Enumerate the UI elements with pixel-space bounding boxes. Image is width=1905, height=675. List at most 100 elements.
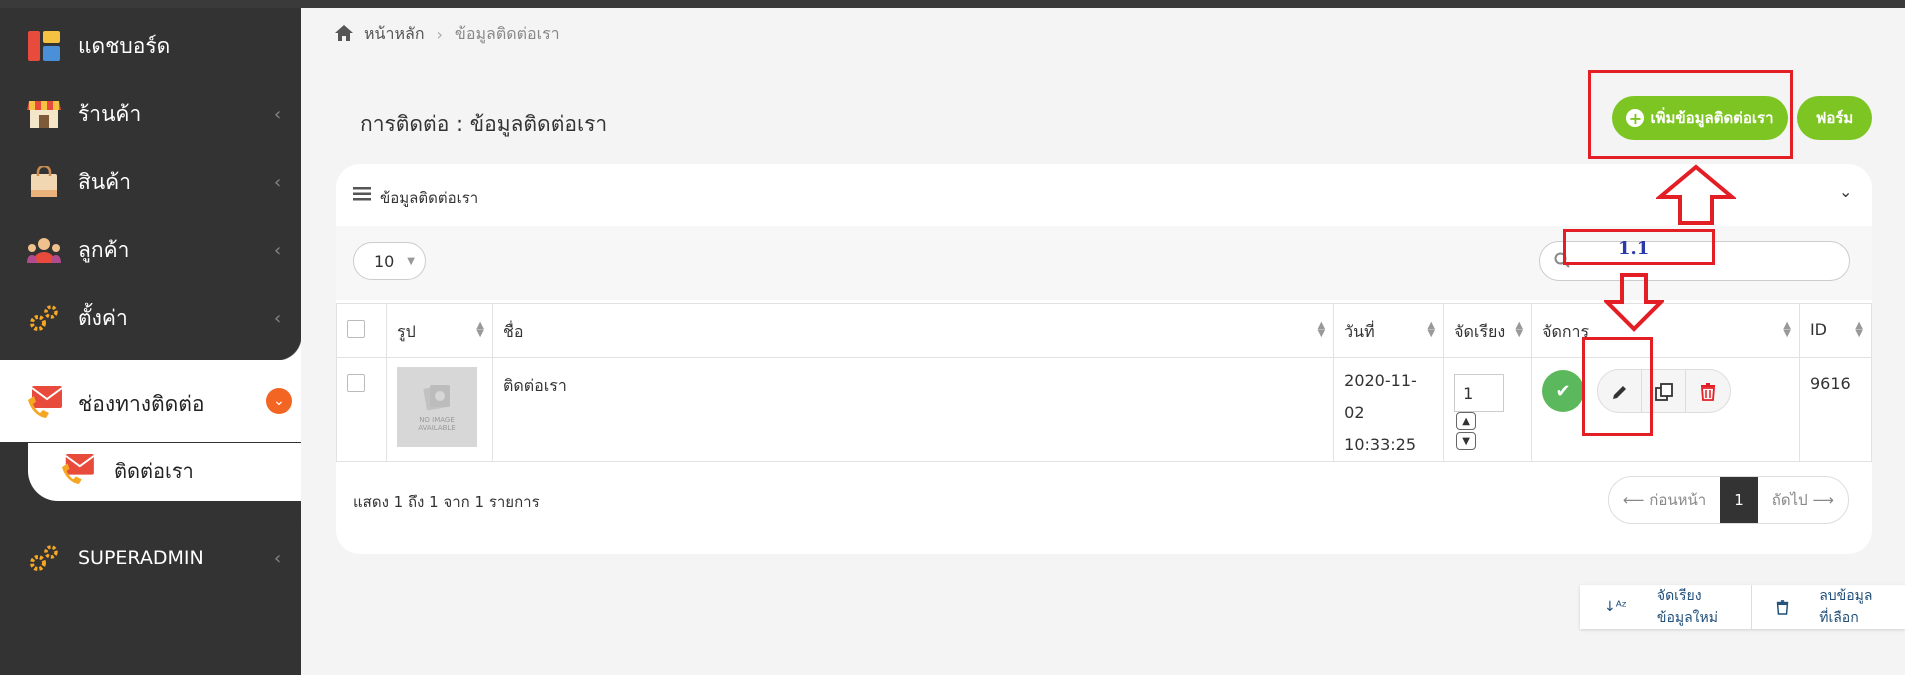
camera-icon bbox=[423, 385, 450, 411]
row-actions-cell: ✔ bbox=[1531, 357, 1800, 462]
breadcrumb: หน้าหลัก › ข้อมูลติดต่อเรา bbox=[334, 22, 560, 47]
row-id-cell: 9616 bbox=[1798, 357, 1873, 462]
breadcrumb-current: ข้อมูลติดต่อเรา bbox=[454, 24, 560, 43]
table-info-text: แสดง 1 ถึง 1 จาก 1 รายการ bbox=[353, 493, 540, 511]
home-icon[interactable] bbox=[334, 24, 354, 46]
sort-icon: ▲ ▼ bbox=[1317, 320, 1326, 339]
annotation-box-add-button bbox=[1588, 70, 1793, 159]
caret-down-icon: ▼ bbox=[407, 255, 415, 267]
sort-icon: ▲ ▼ bbox=[476, 320, 484, 339]
row-name-cell: ติดต่อเรา bbox=[491, 357, 1335, 462]
pagination-page[interactable]: 1 bbox=[1720, 477, 1758, 523]
sort-icon: ▲ ▼ bbox=[1855, 320, 1863, 339]
sort-icon: ▲ ▼ bbox=[1515, 320, 1524, 339]
check-icon[interactable]: ✔ bbox=[1542, 370, 1585, 412]
chevron-left-icon: ‹ bbox=[274, 239, 282, 261]
pagination-next[interactable]: ถัดไป ⟶ bbox=[1758, 477, 1848, 523]
card-title: ข้อมูลติดต่อเรา bbox=[380, 189, 479, 207]
chevron-left-icon: ‹ bbox=[274, 307, 282, 329]
row-name: ติดต่อเรา bbox=[502, 376, 567, 395]
dashboard-icon bbox=[26, 28, 62, 64]
arrow-down-icon[interactable]: ▼ bbox=[1456, 432, 1477, 450]
row-time: 10:33:25 bbox=[1344, 435, 1416, 454]
trash-icon[interactable] bbox=[1686, 370, 1730, 412]
sidebar-item-label: ตั้งค่า bbox=[78, 305, 128, 330]
sidebar-item-label: ช่องทางติดต่อ bbox=[78, 391, 205, 416]
sort-icon: ▲ ▼ bbox=[1783, 320, 1791, 339]
delete-selected-button[interactable]: ลบข้อมูลที่เลือก bbox=[1751, 585, 1905, 629]
select-all-checkbox[interactable] bbox=[347, 320, 365, 338]
sort-az-icon: ↓ᴬᶻ bbox=[1604, 599, 1627, 615]
sidebar-item-label: ร้านค้า bbox=[78, 101, 142, 126]
chevron-left-icon: ‹ bbox=[274, 547, 282, 569]
sidebar-item-customers[interactable]: ลูกค้า ‹ bbox=[0, 216, 301, 284]
top-bar bbox=[0, 0, 1905, 8]
sidebar-item-store[interactable]: ร้านค้า ‹ bbox=[0, 80, 301, 148]
row-order-cell: 1 ▲ ▼ bbox=[1443, 357, 1533, 462]
breadcrumb-home[interactable]: หน้าหลัก bbox=[364, 22, 425, 47]
column-header-id[interactable]: ID ▲ ▼ bbox=[1798, 303, 1873, 358]
chevron-right-icon: › bbox=[436, 25, 443, 44]
page-size-value: 10 bbox=[374, 251, 395, 271]
column-header-label: ID bbox=[1809, 320, 1827, 339]
menu-icon bbox=[353, 186, 371, 205]
shopping-bag-icon bbox=[26, 164, 62, 200]
sort-icon: ▲ ▼ bbox=[1427, 320, 1436, 339]
chevron-down-icon[interactable]: ⌄ bbox=[1839, 182, 1852, 201]
sidebar-item-dashboard[interactable]: แดชบอร์ด bbox=[0, 12, 301, 80]
row-checkbox[interactable] bbox=[347, 374, 365, 392]
row-select-cell bbox=[336, 357, 387, 462]
store-icon bbox=[26, 96, 62, 132]
column-header-manage[interactable]: จัดการ ▲ ▼ bbox=[1531, 303, 1800, 358]
card-header: ข้อมูลติดต่อเรา ⌄ bbox=[336, 164, 1872, 226]
sidebar-item-label: SUPERADMIN bbox=[78, 547, 204, 569]
column-header-label: รูป bbox=[396, 322, 416, 341]
sidebar-subitem-contact-us[interactable]: ติดต่อเรา bbox=[60, 449, 194, 493]
arrow-up-annotation-icon bbox=[1656, 164, 1736, 225]
chevron-down-icon[interactable]: ⌄ bbox=[266, 388, 292, 414]
form-button[interactable]: ฟอร์ม bbox=[1797, 96, 1872, 140]
row-date-cell: 2020-11-02 10:33:25 bbox=[1333, 357, 1445, 462]
delete-selected-label: ลบข้อมูลที่เลือก bbox=[1819, 588, 1873, 626]
sidebar-item-label: แดชบอร์ด bbox=[78, 33, 171, 58]
no-image-placeholder: NO IMAGE AVAILABLE bbox=[396, 367, 477, 447]
annotation-box-edit bbox=[1582, 337, 1653, 436]
column-header-label: วันที่ bbox=[1344, 322, 1375, 341]
contact-mail-icon bbox=[60, 453, 95, 489]
sidebar-item-settings[interactable]: ตั้งค่า ‹ bbox=[0, 284, 301, 352]
column-header-image[interactable]: รูป ▲ ▼ bbox=[385, 303, 493, 358]
bulk-actions: ↓ᴬᶻ จัดเรียงข้อมูลใหม่ ลบข้อมูลที่เลือก bbox=[1580, 585, 1905, 629]
no-image-text: NO IMAGE AVAILABLE bbox=[418, 416, 456, 432]
reorder-label: จัดเรียงข้อมูลใหม่ bbox=[1656, 588, 1718, 626]
gears-icon bbox=[26, 540, 62, 576]
arrow-down-annotation-icon bbox=[1604, 273, 1664, 332]
pagination: ⟵ ก่อนหน้า 1 ถัดไป ⟶ bbox=[1608, 476, 1849, 524]
column-header-label: จัดเรียง bbox=[1454, 322, 1506, 341]
sidebar-subitem-label: ติดต่อเรา bbox=[114, 459, 194, 483]
annotation-step-label: 1.1 bbox=[1618, 238, 1650, 259]
customers-icon bbox=[26, 232, 62, 268]
chevron-left-icon: ‹ bbox=[274, 103, 282, 125]
contact-mail-icon bbox=[26, 385, 63, 423]
arrow-up-icon[interactable]: ▲ bbox=[1456, 412, 1477, 430]
sidebar-item-superadmin[interactable]: SUPERADMIN ‹ bbox=[0, 524, 301, 592]
sidebar-item-contact-channels[interactable]: ช่องทางติดต่อ bbox=[0, 365, 301, 443]
trash-icon bbox=[1764, 599, 1801, 615]
gears-icon bbox=[26, 300, 62, 336]
pagination-prev[interactable]: ⟵ ก่อนหน้า bbox=[1609, 477, 1720, 523]
page-size-select[interactable]: 10 ▼ bbox=[353, 242, 426, 280]
row-id: 9616 bbox=[1809, 374, 1851, 393]
column-header-label: ชื่อ bbox=[502, 322, 524, 341]
page-title: การติดต่อ : ข้อมูลติดต่อเรา bbox=[360, 112, 608, 136]
column-header-name[interactable]: ชื่อ ▲ ▼ bbox=[491, 303, 1335, 358]
column-header-date[interactable]: วันที่ ▲ ▼ bbox=[1333, 303, 1445, 358]
row-date: 2020-11-02 bbox=[1344, 371, 1417, 422]
chevron-left-icon: ‹ bbox=[274, 171, 282, 193]
reorder-button[interactable]: ↓ᴬᶻ จัดเรียงข้อมูลใหม่ bbox=[1580, 585, 1751, 629]
order-stepper[interactable]: ▲ ▼ bbox=[1456, 412, 1477, 452]
column-header-order[interactable]: จัดเรียง ▲ ▼ bbox=[1443, 303, 1533, 358]
order-input[interactable]: 1 bbox=[1454, 374, 1505, 412]
sidebar-item-label: สินค้า bbox=[78, 169, 132, 194]
sidebar-item-products[interactable]: สินค้า ‹ bbox=[0, 148, 301, 216]
sidebar-item-label: ลูกค้า bbox=[78, 237, 130, 262]
